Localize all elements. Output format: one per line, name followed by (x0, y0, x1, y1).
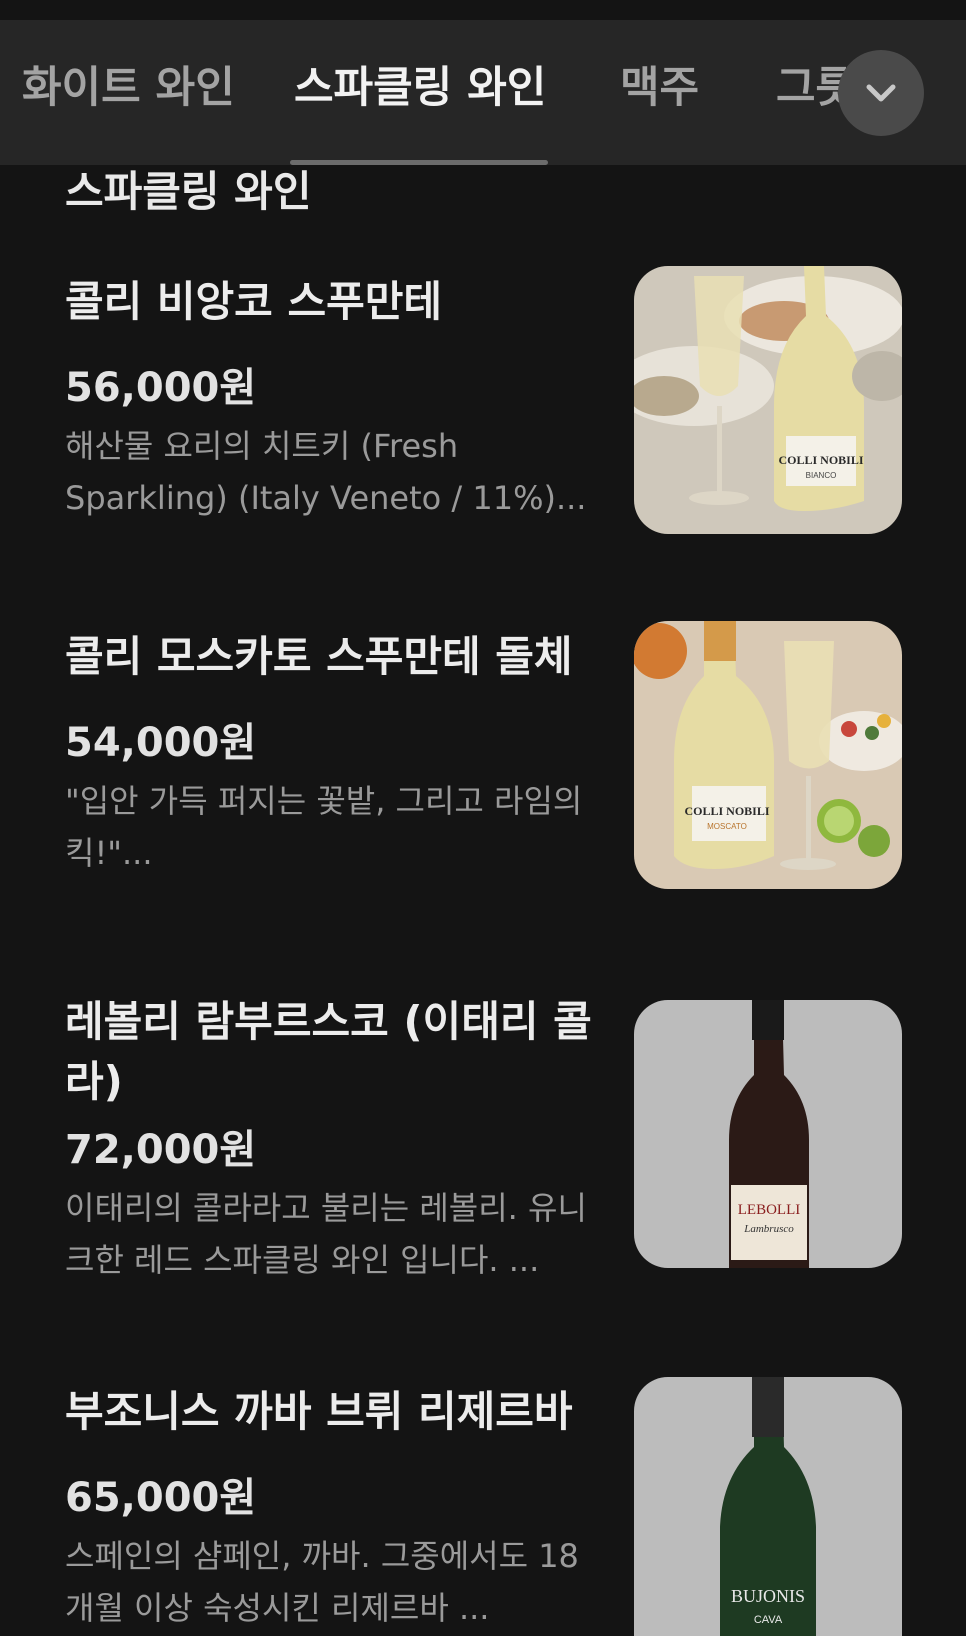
product-description: "입안 가득 퍼지는 꽃밭, 그리고 라임의 킥!"... (65, 782, 583, 872)
bottle-sublabel-text: MOSCATO (707, 822, 747, 831)
product-price: 65,000원 (65, 1475, 257, 1521)
expand-categories-button[interactable] (838, 50, 924, 136)
product-price: 54,000원 (65, 720, 257, 766)
product-item[interactable]: 부조니스 까바 브뤼 리제르바 65,000원 스페인의 샴페인, 까바. 그중… (0, 1370, 966, 1636)
status-strip (0, 0, 966, 20)
product-image: COLLI NOBILI MOSCATO (634, 621, 902, 889)
product-name: 레볼리 람부르스코 (이태리 콜라) (65, 997, 592, 1106)
bottle-label-text: COLLI NOBILI (778, 453, 863, 467)
bottle-label-text: COLLI NOBILI (684, 804, 769, 818)
product-item[interactable]: 콜리 모스카토 스푸만테 돌체 54,000원 "입안 가득 퍼지는 꽃밭, 그… (0, 615, 966, 915)
product-image: LEBOLLI Lambrusco (634, 1000, 902, 1268)
app-screen: 화이트 와인 스파클링 와인 맥주 그릇 스파클링 와인 콜리 비앙코 스푸만테… (0, 0, 966, 1636)
product-name: 콜리 비앙코 스푸만테 (65, 277, 443, 326)
chevron-down-icon (866, 84, 896, 102)
product-price: 72,000원 (65, 1127, 257, 1173)
product-price: 56,000원 (65, 365, 257, 411)
product-description: 해산물 요리의 치트키 (Fresh Sparkling) (Italy Ven… (65, 427, 587, 517)
product-item[interactable]: 콜리 비앙코 스푸만테 56,000원 해산물 요리의 치트키 (Fresh S… (0, 260, 966, 560)
tab-beer[interactable]: 맥주 (620, 58, 699, 118)
bottle-label-text: LEBOLLI (738, 1202, 800, 1218)
bottle-sublabel-text: Lambrusco (743, 1223, 794, 1235)
active-tab-indicator (290, 160, 548, 165)
product-image: BUJONIS CAVA (634, 1377, 902, 1636)
product-image: COLLI NOBILI BIANCO (634, 266, 902, 534)
bottle-sublabel-text: CAVA (754, 1614, 783, 1626)
bottle-sublabel-text: BIANCO (806, 471, 837, 480)
section-title: 스파클링 와인 (65, 167, 312, 216)
product-name: 콜리 모스카토 스푸만테 돌체 (65, 632, 573, 681)
category-tabbar: 화이트 와인 스파클링 와인 맥주 그릇 (0, 20, 966, 165)
product-item[interactable]: 레볼리 람부르스코 (이태리 콜라) 72,000원 이태리의 콜라라고 불리는… (0, 992, 966, 1292)
product-description: 스페인의 샴페인, 까바. 그중에서도 18개월 이상 숙성시킨 리제르바 ..… (65, 1537, 579, 1627)
bottle-label-text: BUJONIS (731, 1586, 805, 1606)
product-description: 이태리의 콜라라고 불리는 레볼리. 유니크한 레드 스파클링 와인 입니다. … (65, 1189, 587, 1279)
product-name: 부조니스 까바 브뤼 리제르바 (65, 1387, 573, 1436)
tab-sparkling-wine[interactable]: 스파클링 와인 (294, 58, 546, 118)
tab-white-wine[interactable]: 화이트 와인 (22, 58, 235, 118)
tab-bowl[interactable]: 그릇 (776, 58, 846, 118)
